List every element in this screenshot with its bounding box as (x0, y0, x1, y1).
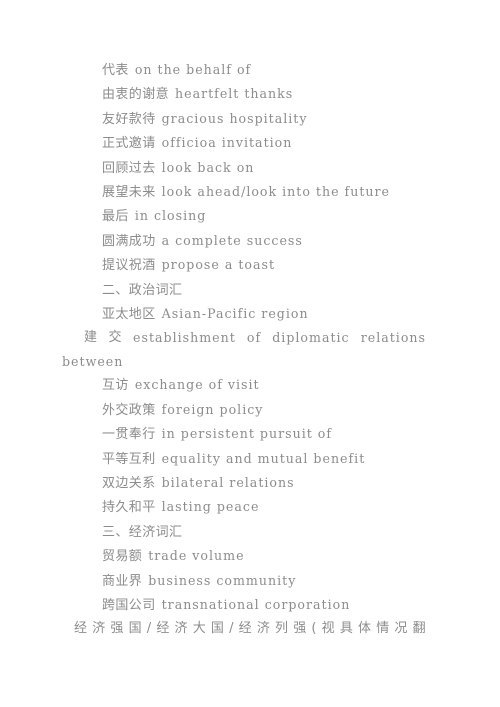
vocab-line: 回顾过去 look back on (62, 156, 426, 180)
vocab-line: 外交政策 foreign policy (62, 398, 426, 422)
vocab-term-cjk: 由衷的谢意 (102, 87, 170, 103)
vocab-term-cjk: 圆满成功 (102, 233, 156, 249)
vocab-term-cjk: 最后 (102, 209, 129, 225)
vocab-term-en: foreign policy (161, 401, 264, 417)
vocab-term-en: transnational corporation (161, 596, 351, 612)
cjk-char: 情 (376, 621, 390, 637)
document-page: 代表 on the behalf of 由衷的谢意 heartfelt thanks… (0, 0, 500, 707)
vocab-term-cjk: 双边关系 (102, 475, 156, 491)
cjk-char: 国 (128, 621, 142, 637)
vocab-line: 商业界 business community (62, 569, 426, 593)
vocab-term-cjk: 展望未来 (102, 185, 156, 201)
section-heading-text: 三、经济词汇 (102, 524, 183, 540)
vocab-term-cjk: 持久和平 (102, 500, 156, 516)
vocab-term-en-word: establishment (133, 330, 236, 346)
vocab-term-cjk: 友好款待 (102, 111, 156, 127)
cjk-char: 强 (293, 621, 307, 637)
vocab-line: 最后 in closing (62, 204, 426, 228)
vocab-line: 双边关系 bilateral relations (62, 471, 426, 495)
vocab-line: 展望未来 look ahead/look into the future (62, 180, 426, 204)
vocab-line: 平等互利 equality and mutual benefit (62, 447, 426, 471)
cjk-char: 济 (256, 621, 271, 637)
vocab-term-en: equality and mutual benefit (161, 450, 366, 466)
vocab-term-en: a complete success (161, 232, 303, 248)
vocab-term-en: look back on (161, 159, 255, 175)
vocab-term-cjk: 回顾过去 (102, 160, 156, 176)
vocab-term-en: gracious hospitality (161, 110, 308, 126)
vocab-term-cjk: 一贯奉行 (102, 427, 156, 443)
cjk-char: 体 (358, 621, 372, 637)
cjk-char: 大 (192, 621, 207, 637)
cjk-char: 强 (110, 621, 124, 637)
vocab-line: 圆满成功 a complete success (62, 229, 426, 253)
vocab-line-justified: 建 交 establishment of diplomatic relation… (62, 326, 426, 349)
cjk-char: 经 (238, 621, 253, 637)
cjk-char: 况 (394, 621, 408, 637)
vocab-term-cjk: 提议祝酒 (102, 258, 156, 274)
vocab-term-en: in closing (134, 208, 207, 224)
vocab-line: 提议祝酒 propose a toast (62, 253, 426, 277)
section-heading-text: 二、政治词汇 (102, 282, 183, 298)
vocab-line: 正式邀请 officioa invitation (62, 131, 426, 155)
vocab-term-en: look ahead/look into the future (161, 184, 390, 200)
vocab-term-en: lasting peace (161, 499, 260, 515)
vocab-term-en: heartfelt thanks (175, 86, 294, 102)
vocab-term-cjk: 跨国公司 (102, 597, 156, 613)
vocab-line: 友好款待 gracious hospitality (62, 107, 426, 131)
cjk-char: 经 (156, 621, 170, 637)
vocab-term-en: between (62, 353, 124, 369)
vocab-term-cjk: 互访 (102, 378, 129, 394)
vocab-term-en: officioa invitation (161, 135, 293, 151)
vocab-term-cjk-char: 建 (84, 330, 98, 346)
cjk-char: 经 (74, 621, 88, 637)
cjk-char: / (146, 621, 152, 637)
vocab-term-en: business community (148, 572, 297, 588)
cjk-char: 济 (174, 621, 188, 637)
vocab-line: 跨国公司 transnational corporation (62, 593, 426, 617)
cjk-char: 济 (92, 621, 106, 637)
vocab-line: 贸易额 trade volume (62, 544, 426, 568)
vocab-line-justified-cjk: 经 济 强 国 / 经 济 大 国 / 经 济 列 强 ( 视 具 体 情 况 … (62, 617, 426, 640)
vocab-term-cjk-char: 交 (108, 330, 122, 346)
vocab-term-cjk: 亚太地区 (102, 307, 156, 323)
cjk-char: ( (311, 621, 317, 637)
cjk-char: 列 (275, 621, 289, 637)
vocab-term-en: trade volume (148, 548, 245, 564)
vocab-term-cjk: 商业界 (102, 573, 143, 589)
cjk-char: 国 (210, 621, 225, 637)
vocab-term-en-word: diplomatic (272, 330, 350, 346)
cjk-char: / (229, 621, 234, 637)
vocab-term-cjk: 外交政策 (102, 402, 156, 418)
vocab-term-en: bilateral relations (161, 474, 295, 490)
vocab-line: 由衷的谢意 heartfelt thanks (62, 82, 426, 106)
vocab-term-en: on the behalf of (134, 62, 252, 77)
vocab-term-en-word: of (246, 330, 262, 346)
vocab-line: 互访 exchange of visit (62, 373, 426, 397)
vocab-term-cjk: 平等互利 (102, 451, 156, 467)
vocab-line: 一贯奉行 in persistent pursuit of (62, 422, 426, 446)
vocab-term-en-word: relations (360, 330, 426, 346)
vocab-term-en: Asian-Pacific region (161, 306, 309, 322)
text-column: 代表 on the behalf of 由衷的谢意 heartfelt thanks… (62, 58, 426, 641)
vocab-line: 持久和平 lasting peace (62, 495, 426, 519)
cjk-char: 具 (339, 621, 354, 637)
vocab-term-cjk: 代表 (102, 63, 129, 78)
vocab-line-continuation: between (62, 350, 426, 373)
vocab-line: 代表 on the behalf of (62, 58, 426, 82)
vocab-term-en: in persistent pursuit of (161, 426, 333, 442)
vocab-term-cjk: 贸易额 (102, 549, 143, 565)
vocab-term-en: propose a toast (161, 257, 276, 273)
vocab-term-cjk: 正式邀请 (102, 136, 156, 152)
vocab-line: 亚太地区 Asian-Pacific region (62, 302, 426, 326)
section-heading: 二、政治词汇 (62, 278, 426, 302)
vocab-term-en: exchange of visit (134, 377, 260, 393)
cjk-char: 视 (321, 621, 336, 637)
section-heading: 三、经济词汇 (62, 520, 426, 544)
cjk-char: 翻 (412, 621, 426, 637)
